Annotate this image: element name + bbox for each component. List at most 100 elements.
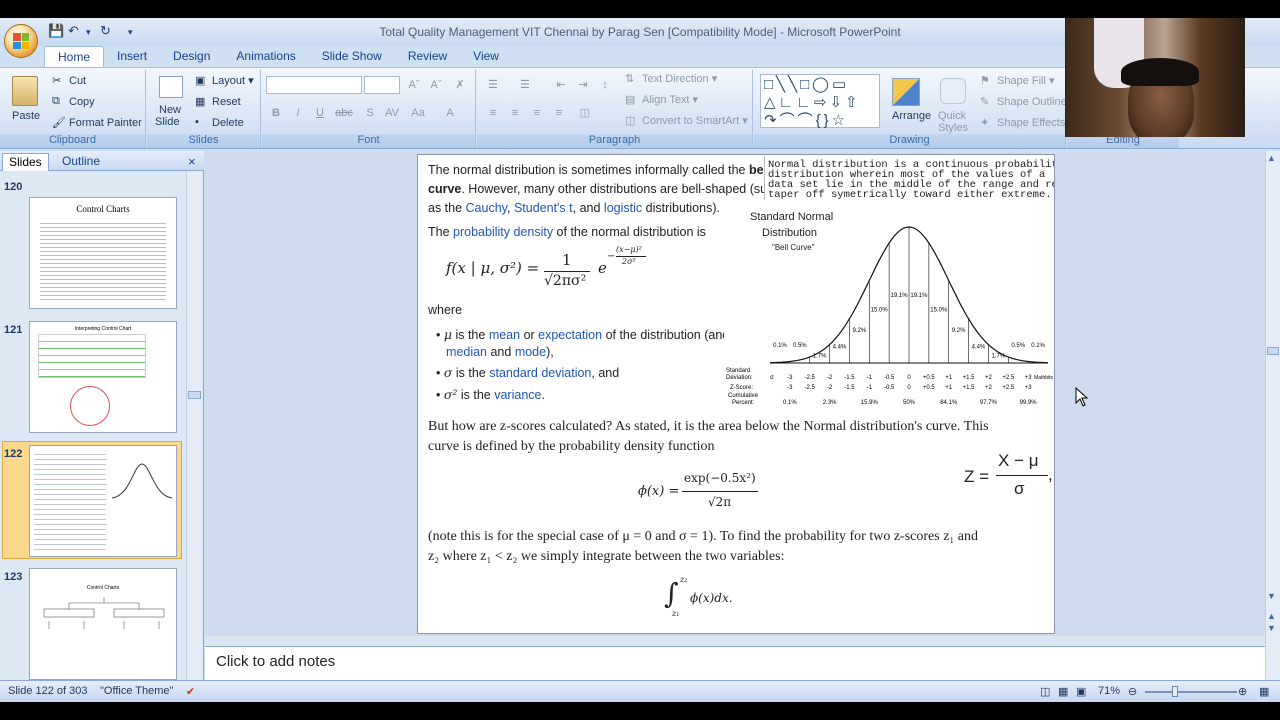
close-panel-icon[interactable]: × xyxy=(182,153,202,171)
link-mode[interactable]: mode xyxy=(515,345,546,359)
scroll-up-icon[interactable]: ▲ xyxy=(1267,153,1276,163)
link-mean[interactable]: mean xyxy=(489,328,520,342)
arrange-icon[interactable] xyxy=(892,78,920,106)
layout-button[interactable]: ▣ Layout ▾ xyxy=(195,74,254,88)
next-slide-icon[interactable]: ▼ xyxy=(1267,623,1276,633)
quick-styles-icon[interactable] xyxy=(940,78,966,104)
fit-to-window-icon[interactable]: ▦ xyxy=(1259,685,1269,698)
shape-outline-button[interactable]: ✎ Shape Outline xyxy=(980,95,1067,109)
clear-formatting-icon[interactable]: ✗ xyxy=(450,76,470,94)
shape-fill-button[interactable]: ⚑ Shape Fill ▾ xyxy=(980,74,1055,88)
text-direction-button[interactable]: ⇅ Text Direction ▾ xyxy=(625,72,717,86)
normal-view-icon[interactable]: ◫ xyxy=(1040,685,1050,698)
text: is the xyxy=(451,328,489,342)
tab-design[interactable]: Design xyxy=(160,46,223,68)
arrange-button[interactable]: Arrange xyxy=(892,110,931,122)
cut-button[interactable]: ✂ Cut xyxy=(52,74,86,88)
link-students-t[interactable]: Student's t xyxy=(514,201,573,215)
align-text-button[interactable]: ▤ Align Text ▾ xyxy=(625,93,698,107)
link-median[interactable]: median xyxy=(446,345,487,359)
font-group-label: Font xyxy=(262,134,475,148)
convert-smartart-button[interactable]: ◫ Convert to SmartArt ▾ xyxy=(625,114,748,128)
justify-icon[interactable]: ≡ xyxy=(549,104,569,122)
quick-styles-button-line2[interactable]: Styles xyxy=(938,122,968,134)
tab-view[interactable]: View xyxy=(460,46,512,68)
font-family-dropdown[interactable] xyxy=(266,76,362,94)
tab-animations[interactable]: Animations xyxy=(223,46,308,68)
change-case-button[interactable]: Aa xyxy=(408,104,428,122)
tab-slides[interactable]: Slides xyxy=(2,153,49,171)
copy-button[interactable]: ⧉ Copy xyxy=(52,95,95,109)
bullets-icon[interactable]: ☰ xyxy=(483,76,503,94)
prev-slide-icon[interactable]: ▲ xyxy=(1267,611,1276,621)
paste-button[interactable]: Paste xyxy=(12,110,40,122)
office-button[interactable] xyxy=(4,24,38,58)
align-left-icon[interactable]: ≡ xyxy=(483,104,503,122)
decrease-indent-icon[interactable]: ⇤ xyxy=(551,76,571,94)
slide-thumbnail-123[interactable]: Control Charts xyxy=(29,568,177,680)
italic-button[interactable]: I xyxy=(288,104,308,122)
bullet-variance: • σ² is the variance. xyxy=(436,387,545,402)
editor-scrollbar[interactable]: ▲ ▼ ▲ ▼ xyxy=(1265,151,1280,699)
scroll-thumb[interactable] xyxy=(1267,347,1279,355)
tab-home[interactable]: Home xyxy=(44,46,105,68)
paste-icon[interactable] xyxy=(12,76,38,106)
character-spacing-button[interactable]: AV xyxy=(382,104,402,122)
link-expectation[interactable]: expectation xyxy=(538,328,602,342)
zoom-slider[interactable] xyxy=(1145,691,1237,693)
bold-button[interactable]: B xyxy=(266,104,286,122)
format-painter-button[interactable]: 🖌 Format Painter xyxy=(52,116,142,130)
slide-sorter-icon[interactable]: ▦ xyxy=(1058,685,1068,698)
pen-icon: ✎ xyxy=(980,96,990,108)
slide-number: 120 xyxy=(4,181,23,193)
link-variance[interactable]: variance xyxy=(494,388,541,402)
delete-button[interactable]: ▪ Delete xyxy=(195,116,244,130)
tab-review[interactable]: Review xyxy=(395,46,460,68)
link-logistic[interactable]: logistic xyxy=(604,201,642,215)
shapes-gallery[interactable]: □╲╲□◯▭ △∟∟⇨⇩⇧ ↷⌒⌒{}☆ xyxy=(760,74,880,129)
zoom-in-icon[interactable]: ⊕ xyxy=(1238,685,1247,698)
bell-percent-label: 9.2% xyxy=(952,328,966,334)
notes-placeholder[interactable]: Click to add notes xyxy=(216,653,335,670)
grow-font-icon[interactable]: Aˆ xyxy=(404,76,424,94)
tab-outline[interactable]: Outline xyxy=(56,153,106,171)
new-slide-button-line2[interactable]: Slide xyxy=(155,116,179,128)
formula-pdf-lhs: f(x | μ, σ²) = xyxy=(446,259,540,277)
scroll-down-icon[interactable]: ▼ xyxy=(1267,591,1276,601)
font-color-button[interactable]: A xyxy=(440,104,460,122)
link-probability-density[interactable]: probability density xyxy=(453,225,553,239)
new-slide-icon[interactable] xyxy=(159,76,183,98)
zoom-out-icon[interactable]: ⊖ xyxy=(1128,685,1137,698)
reset-button[interactable]: ▦ Reset xyxy=(195,95,241,109)
line-spacing-icon[interactable]: ↕ xyxy=(595,76,615,94)
slide-thumbnail-120[interactable]: Control Charts xyxy=(29,197,177,309)
align-right-icon[interactable]: ≡ xyxy=(527,104,547,122)
shadow-button[interactable]: S xyxy=(360,104,380,122)
panel-scrollbar[interactable] xyxy=(186,171,202,699)
zoom-slider-thumb[interactable] xyxy=(1172,686,1178,697)
slide-thumbnail-122[interactable] xyxy=(29,445,177,557)
link-cauchy[interactable]: Cauchy xyxy=(466,201,507,215)
numbering-icon[interactable]: ☰ xyxy=(515,76,535,94)
link-standard-deviation[interactable]: standard deviation xyxy=(489,366,591,380)
strikethrough-button[interactable]: abc xyxy=(334,104,354,122)
increase-indent-icon[interactable]: ⇥ xyxy=(573,76,593,94)
new-slide-button[interactable]: New xyxy=(159,104,181,116)
font-size-dropdown[interactable] xyxy=(364,76,400,94)
panel-scroll-thumb[interactable] xyxy=(188,391,201,399)
tab-slide-show[interactable]: Slide Show xyxy=(309,46,395,68)
underline-button[interactable]: U xyxy=(310,104,330,122)
columns-icon[interactable]: ◫ xyxy=(575,104,595,122)
shape-effects-button[interactable]: ✦ Shape Effects xyxy=(980,116,1065,130)
zoom-level[interactable]: 71% xyxy=(1098,685,1120,697)
shrink-font-icon[interactable]: Aˇ xyxy=(426,76,446,94)
bell-percent-label: 19.1% xyxy=(891,293,909,299)
quick-styles-button[interactable]: Quick xyxy=(938,110,966,122)
reset-label: Reset xyxy=(212,95,241,108)
spellcheck-icon[interactable]: ✔ xyxy=(186,685,195,698)
slide-thumbnail-121[interactable]: Interpreting Control Chart xyxy=(29,321,177,433)
align-center-icon[interactable]: ≡ xyxy=(505,104,525,122)
slide-canvas[interactable]: The normal distribution is sometimes inf… xyxy=(417,154,1055,634)
tab-insert[interactable]: Insert xyxy=(104,46,160,68)
slideshow-icon[interactable]: ▣ xyxy=(1076,685,1086,698)
